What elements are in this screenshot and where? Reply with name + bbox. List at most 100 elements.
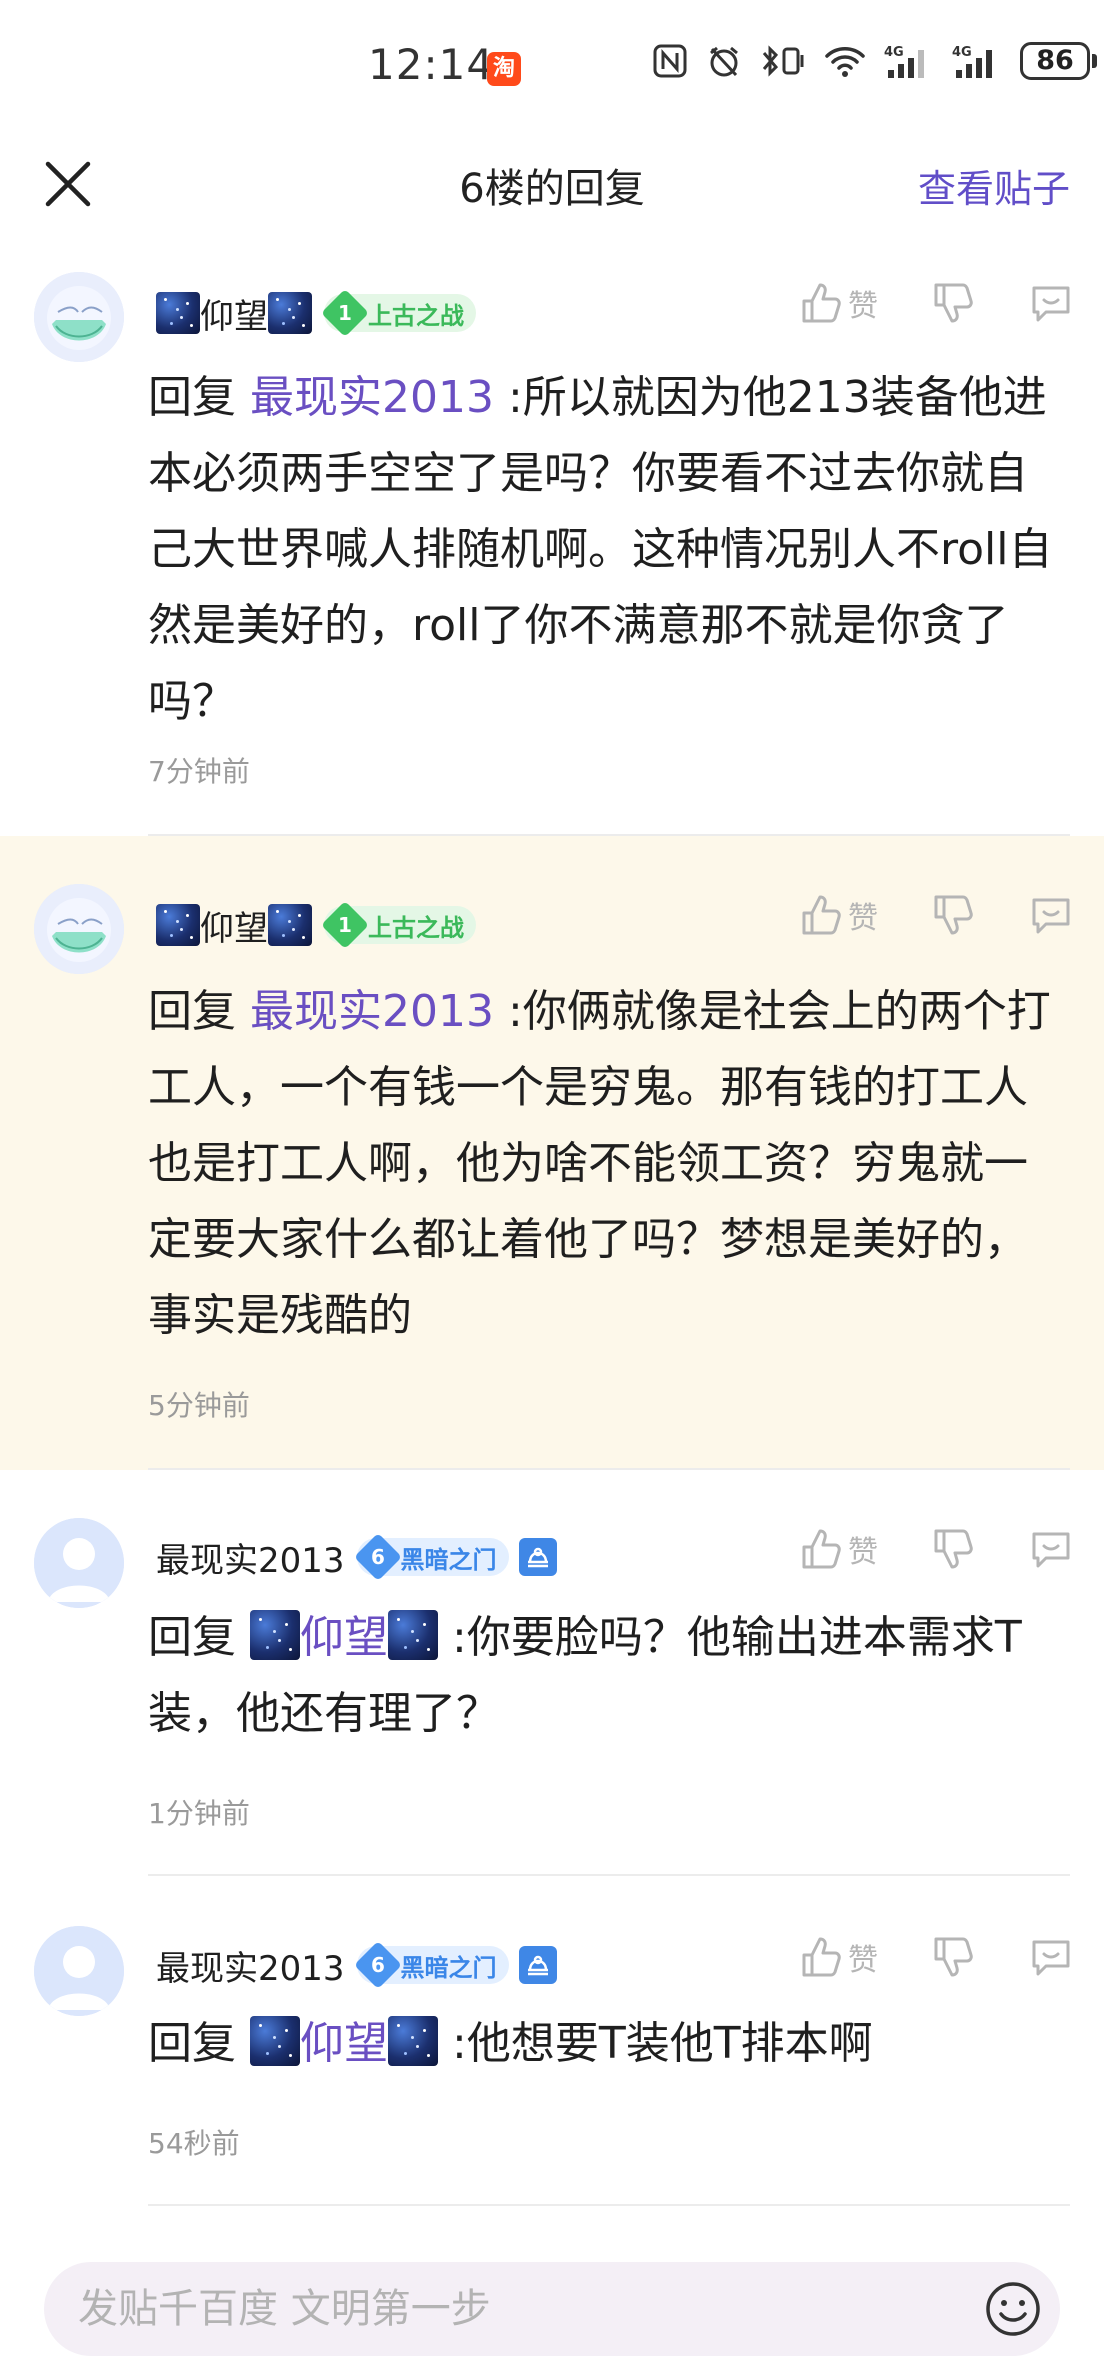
reply-target-username[interactable]: 最现实2013 [250,372,494,423]
like-button[interactable]: 赞 [800,893,878,937]
comment-actions: 赞 [800,892,1074,938]
avatar[interactable] [34,272,124,362]
level-title: 上古之战 [368,301,464,330]
reply-target-username[interactable]: 最现实2013 [250,986,494,1037]
comment-content: :你俩就像是社会上的两个打工人，一个有钱一个是穷鬼。那有钱的打工人也是打工人啊，… [148,986,1051,1341]
comment-icon [1032,286,1070,322]
nickname-decoration-icon [268,292,312,334]
comment-time: 1分钟前 [148,1797,250,1830]
comment-icon [1032,1532,1070,1568]
nickname-decoration-icon [250,2016,300,2066]
avatar[interactable] [34,1926,124,2016]
user-row: 仰望 1 上古之战 [156,900,476,950]
comment-item: 仰望 1 上古之战 赞 回复 最现实2013 :所以就因为他213装备他进本必须… [0,250,1104,836]
like-button[interactable]: 赞 [800,281,878,325]
reply-button[interactable] [1028,1934,1074,1980]
emoji-icon[interactable] [984,2280,1042,2338]
username[interactable]: 最现实2013 [156,1941,345,1990]
comment-text: 回复 仰望 :你要脸吗？他输出进本需求T装，他还有理了？ [148,1600,1068,1752]
signal-4g-icon-2: 4G [952,45,992,78]
level-title: 上古之战 [368,913,464,942]
like-label: 赞 [848,1535,878,1570]
username[interactable]: 最现实2013 [156,1533,345,1582]
comment-item: 最现实2013 6 黑暗之门 赞 回复 仰望 :他想要T装他T排本啊 54秒前 [0,1878,1104,2208]
nickname-decoration-icon [268,904,312,946]
dislike-button[interactable] [932,1935,974,1979]
nickname-decoration-icon [388,1610,438,1660]
thumbs-up-icon [802,1937,841,1977]
level-number: 6 [353,1532,402,1582]
comment-icon [1032,898,1070,934]
comment-text: 回复 仰望 :他想要T装他T排本啊 [148,2006,1068,2082]
username[interactable]: 仰望 [200,901,268,950]
comment-content: :他想要T装他T排本啊 [452,2018,873,2069]
level-number: 1 [320,288,370,338]
signal-4g-icon: 4G [884,45,924,78]
taobao-icon: 淘 [487,52,521,86]
reply-prefix: 回复 [148,372,236,423]
user-row: 仰望 1 上古之战 [156,288,476,338]
bottom-input-bar [0,2234,1104,2376]
user-row: 最现实2013 6 黑暗之门 [156,1940,557,1990]
avatar[interactable] [34,1518,124,1608]
reply-target-username[interactable]: 仰望 [300,2018,388,2069]
level-badge: 1 上古之战 [320,288,476,338]
like-label: 赞 [848,901,878,936]
dislike-button[interactable] [932,1527,974,1571]
battery-indicator: 86 [1020,42,1097,80]
reply-target-username[interactable]: 仰望 [300,1612,388,1663]
thumbs-down-icon [934,1937,973,1977]
reply-button[interactable] [1028,280,1074,326]
nickname-decoration-icon [156,904,200,946]
comment-actions: 赞 [800,1934,1074,1980]
libra-icon [518,1538,557,1576]
comment-actions: 赞 [800,280,1074,326]
nfc-icon [653,44,687,78]
wifi-icon [825,47,865,77]
like-button[interactable]: 赞 [800,1527,878,1571]
reply-button[interactable] [1028,1526,1074,1572]
thumbs-down-icon [934,895,973,935]
comment-time: 5分钟前 [148,1389,250,1422]
comment-time: 7分钟前 [148,755,250,788]
battery-level: 86 [1020,42,1090,80]
nickname-decoration-icon [388,2016,438,2066]
comment-icon [1032,1940,1070,1976]
comment-item-highlighted: 仰望 1 上古之战 赞 回复 最现实2013 :你俩就像是社会上的两个打工人，一… [0,836,1104,1470]
comment-text: 回复 最现实2013 :你俩就像是社会上的两个打工人，一个有钱一个是穷鬼。那有钱… [148,974,1068,1354]
bluetooth-vibrate-icon [762,45,804,77]
divider [148,2204,1070,2206]
view-post-link[interactable]: 查看贴子 [918,158,1070,213]
avatar[interactable] [34,884,124,974]
thumbs-down-icon [934,1529,973,1569]
divider [148,1874,1070,1876]
reply-prefix: 回复 [148,2018,236,2069]
like-label: 赞 [848,1943,878,1978]
status-bar: 12:14 淘 4G 4G 86 [0,0,1104,130]
system-icons: 4G 4G 86 [652,42,1097,80]
reply-input[interactable] [78,2262,958,2356]
alarm-off-icon [710,46,738,77]
reply-prefix: 回复 [148,986,236,1037]
reply-button[interactable] [1028,892,1074,938]
dislike-button[interactable] [932,893,974,937]
svg-text:4G: 4G [952,45,972,60]
level-title: 黑暗之门 [400,1953,497,1982]
reply-input-container [44,2262,1060,2356]
thumbs-up-icon [802,895,841,935]
dislike-button[interactable] [932,281,974,325]
comment-item: 最现实2013 6 黑暗之门 赞 回复 仰望 :你要脸吗？他输出进本需求T装，他… [0,1470,1104,1878]
level-number: 1 [320,900,370,950]
libra-icon [518,1946,557,1984]
comment-time: 54秒前 [148,2127,240,2160]
reply-prefix: 回复 [148,1612,236,1663]
level-badge: 1 上古之战 [320,900,476,950]
username[interactable]: 仰望 [200,289,268,338]
level-badge: 6 黑暗之门 [353,1940,509,1990]
like-button[interactable]: 赞 [800,1935,878,1979]
thumbs-down-icon [934,283,973,323]
level-title: 黑暗之门 [400,1545,497,1574]
thumbs-up-icon [802,283,841,323]
user-row: 最现实2013 6 黑暗之门 [156,1532,557,1582]
level-badge: 6 黑暗之门 [353,1532,509,1582]
